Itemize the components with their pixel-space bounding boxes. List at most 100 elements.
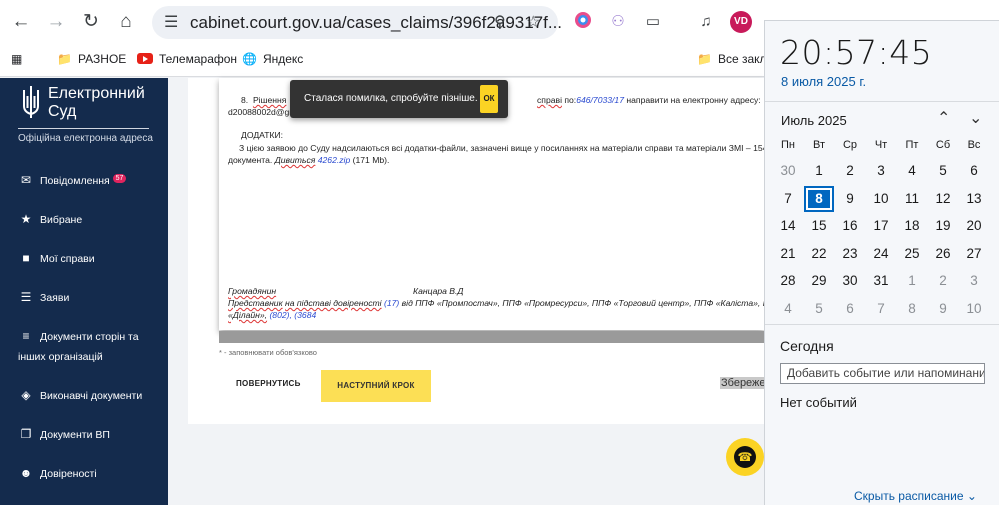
attachments-prefix: документа. (228, 155, 273, 165)
calendar-day[interactable]: 2 (835, 158, 865, 184)
calendar-day[interactable]: 7 (773, 186, 803, 212)
all-bookmarks-label: Все закл (717, 52, 767, 66)
extension-color-icon[interactable] (572, 11, 594, 33)
logo-title-line2: Суд (48, 103, 77, 120)
address-bar[interactable]: ☰ cabinet.court.gov.ua/cases_claims/396f… (152, 6, 562, 39)
calendar-day[interactable]: 28 (773, 268, 803, 294)
forward-arrow-icon[interactable]: → (44, 10, 68, 34)
calendar-day[interactable]: 3 (959, 268, 989, 294)
bookmark-star-icon[interactable]: ☆ (526, 12, 540, 32)
calendar-day[interactable]: 6 (959, 158, 989, 184)
sidebar-item-my-cases[interactable]: ■ Мої справи (18, 248, 166, 269)
calendar-day[interactable]: 25 (897, 241, 927, 267)
rep-ref-3684[interactable]: (3684 (294, 310, 316, 320)
calendar-day[interactable]: 18 (897, 213, 927, 239)
bookmark-razne[interactable]: 📁 РАЗНОЕ (57, 52, 126, 66)
next-step-button[interactable]: НАСТУПНИЙ КРОК (321, 370, 431, 402)
back-button[interactable]: ПОВЕРНУТИСЬ (236, 379, 301, 388)
bookmark-telemarafon[interactable]: Телемарафон (137, 52, 237, 66)
sidebar-item-notifications[interactable]: ✉ Повідомлення 57 (18, 170, 166, 191)
calendar-day[interactable]: 22 (804, 241, 834, 267)
extension-bike-icon[interactable]: ⚇ (607, 11, 629, 33)
calendar-day[interactable]: 9 (928, 296, 958, 322)
calendar-day[interactable]: 14 (773, 213, 803, 239)
list-icon: ☰ (20, 290, 32, 304)
calendar-day[interactable]: 16 (835, 213, 865, 239)
calendar-day[interactable]: 31 (866, 268, 896, 294)
sidebar-item-party-documents[interactable]: ≡ Документи сторін та інших організацій (18, 326, 166, 367)
document-scrollbar[interactable] (219, 331, 764, 343)
attachment-file-link[interactable]: 4262.zip (318, 155, 351, 165)
back-arrow-icon[interactable]: ← (9, 10, 33, 34)
calendar-day-today[interactable]: 8 (804, 186, 834, 212)
calendar-day[interactable]: 13 (959, 186, 989, 212)
all-bookmarks[interactable]: 📁 Все закл (697, 52, 767, 66)
apps-grid-icon[interactable]: ▦ (11, 52, 22, 66)
calendar-day[interactable]: 10 (866, 186, 896, 212)
bookmark-yandex[interactable]: 🌐 Яндекс (242, 52, 303, 66)
sidebar-item-vp-documents[interactable]: ❐ Документи ВП (18, 424, 166, 445)
calendar-day[interactable]: 19 (928, 213, 958, 239)
sidebar-item-label: Документи ВП (40, 429, 110, 441)
reload-icon[interactable]: ↻ (79, 10, 103, 34)
calendar-day[interactable]: 20 (959, 213, 989, 239)
calendar-month-label[interactable]: Июль 2025 (781, 113, 847, 128)
clock-date[interactable]: 8 июля 2025 г. (781, 74, 866, 89)
calendar-day[interactable]: 21 (773, 241, 803, 267)
weekday-label: Вт (812, 139, 825, 151)
calendar-day[interactable]: 1 (897, 268, 927, 294)
calendar-day[interactable]: 1 (804, 158, 834, 184)
calendar-day[interactable]: 11 (897, 186, 927, 212)
notifications-count-badge: 57 (112, 174, 127, 183)
chevron-down-icon[interactable]: ⌄ (969, 108, 982, 128)
sidebar-item-powers-of-attorney[interactable]: ☻ Довіреності (18, 463, 166, 484)
calendar-day[interactable]: 5 (928, 158, 958, 184)
home-icon[interactable]: ⌂ (114, 10, 138, 34)
calendar-day[interactable]: 4 (773, 296, 803, 322)
callback-button[interactable]: ☎ (726, 438, 764, 476)
divider (765, 101, 999, 102)
representative-line1: Представник на підставі довіреності (17)… (228, 298, 782, 308)
extensions-puzzle-icon[interactable]: ▭ (642, 11, 664, 33)
sidebar-item-favorites[interactable]: ★ Вибране (18, 209, 166, 230)
calendar-day[interactable]: 30 (835, 268, 865, 294)
calendar-day[interactable]: 6 (835, 296, 865, 322)
sidebar-item-executive-documents[interactable]: ◈ Виконавчі документи (18, 385, 166, 406)
case-number-link[interactable]: 646/7033/17 (576, 95, 624, 105)
calendar-day[interactable]: 23 (835, 241, 865, 267)
calendar-day[interactable]: 5 (804, 296, 834, 322)
calendar-day[interactable]: 2 (928, 268, 958, 294)
calendar-day[interactable]: 17 (866, 213, 896, 239)
calendar-day[interactable]: 12 (928, 186, 958, 212)
no-events-text: Нет событий (780, 395, 857, 410)
users-icon: ☻ (19, 466, 33, 480)
calendar-day[interactable]: 30 (773, 158, 803, 184)
calendar-day[interactable]: 24 (866, 241, 896, 267)
calendar-day[interactable]: 26 (928, 241, 958, 267)
toast-ok-button[interactable]: ОК (480, 85, 498, 113)
folder-icon: 📁 (697, 52, 712, 66)
rep-ref-802[interactable]: (802), (269, 310, 291, 320)
calendar-day[interactable]: 7 (866, 296, 896, 322)
site-info-icon[interactable]: ☰ (164, 12, 178, 32)
calendar-day[interactable]: 3 (866, 158, 896, 184)
chevron-up-icon[interactable]: ⌃ (937, 108, 950, 128)
profile-avatar[interactable]: VD (730, 11, 752, 33)
calendar-day[interactable]: 15 (804, 213, 834, 239)
calendar-day[interactable]: 9 (835, 186, 865, 212)
media-playlist-icon[interactable]: ♫ (695, 11, 717, 33)
add-event-input[interactable]: Добавить событие или напоминание (780, 363, 985, 384)
calendar-day[interactable]: 27 (959, 241, 989, 267)
today-label: Сегодня (780, 338, 834, 354)
rep-ref-17[interactable]: (17) (384, 298, 399, 308)
hide-schedule-link[interactable]: Скрыть расписание ⌄ (854, 489, 977, 503)
calendar-day[interactable]: 8 (897, 296, 927, 322)
calendar-day[interactable]: 4 (897, 158, 927, 184)
divider (765, 324, 999, 325)
error-toast: Сталася помилка, спробуйте пізніше. ОК (290, 80, 508, 118)
search-icon[interactable]: ⚲ (494, 12, 506, 32)
calendar-day[interactable]: 29 (804, 268, 834, 294)
calendar-day[interactable]: 10 (959, 296, 989, 322)
sidebar-item-claims[interactable]: ☰ Заяви (18, 287, 166, 308)
url-text: cabinet.court.gov.ua/cases_claims/396f2a… (190, 13, 563, 32)
